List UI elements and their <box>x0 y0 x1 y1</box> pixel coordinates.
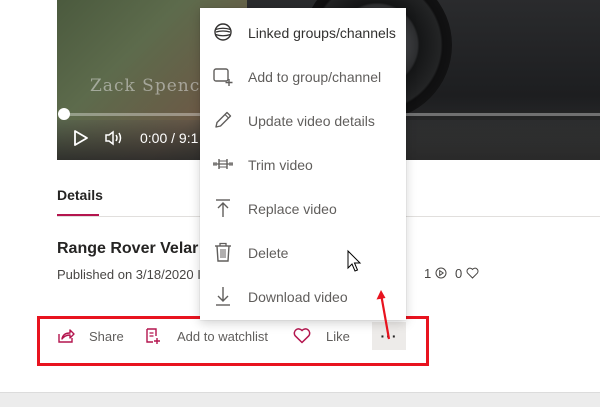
menu-item-download-video[interactable]: Download video <box>200 274 406 318</box>
upload-icon <box>212 197 234 219</box>
menu-item-label: Replace video <box>248 201 337 217</box>
views-stat: 1 <box>424 265 447 281</box>
menu-item-add-to-group[interactable]: Add to group/channel <box>200 54 406 98</box>
download-icon <box>212 285 234 307</box>
more-options-menu: Linked groups/channels Add to group/chan… <box>200 8 406 320</box>
likes-stat: 0 <box>455 265 479 281</box>
views-icon <box>435 266 447 281</box>
trim-icon <box>212 153 234 175</box>
trash-icon <box>212 241 234 263</box>
menu-item-linked-groups[interactable]: Linked groups/channels <box>200 10 406 54</box>
video-title: Range Rover Velar <box>57 240 199 257</box>
globe-icon <box>212 21 234 43</box>
menu-item-label: Linked groups/channels <box>248 25 396 41</box>
likes-count: 0 <box>455 266 463 282</box>
menu-item-label: Trim video <box>248 157 313 173</box>
pencil-icon <box>212 109 234 131</box>
menu-item-label: Download video <box>248 289 348 305</box>
video-watermark: Zack Spence <box>90 76 212 96</box>
volume-icon[interactable] <box>104 130 124 146</box>
menu-item-label: Add to group/channel <box>248 69 382 85</box>
annotation-highlight-box <box>37 316 429 366</box>
tab-details[interactable]: Details <box>57 187 103 203</box>
menu-item-label: Update video details <box>248 113 375 129</box>
likes-heart-icon <box>466 266 479 281</box>
menu-item-update-details[interactable]: Update video details <box>200 98 406 142</box>
menu-item-replace-video[interactable]: Replace video <box>200 186 406 230</box>
published-date: Published on 3/18/2020 I <box>57 267 201 282</box>
menu-item-label: Delete <box>248 245 289 261</box>
add-to-group-icon <box>212 65 234 87</box>
menu-item-trim-video[interactable]: Trim video <box>200 142 406 186</box>
video-time-readout: 0:00 / 9:1 <box>140 130 199 146</box>
video-progress-handle[interactable] <box>58 108 70 120</box>
menu-item-delete[interactable]: Delete <box>200 230 406 274</box>
page-footer-strip <box>0 392 600 407</box>
views-count: 1 <box>424 266 432 282</box>
play-icon[interactable] <box>72 129 90 147</box>
